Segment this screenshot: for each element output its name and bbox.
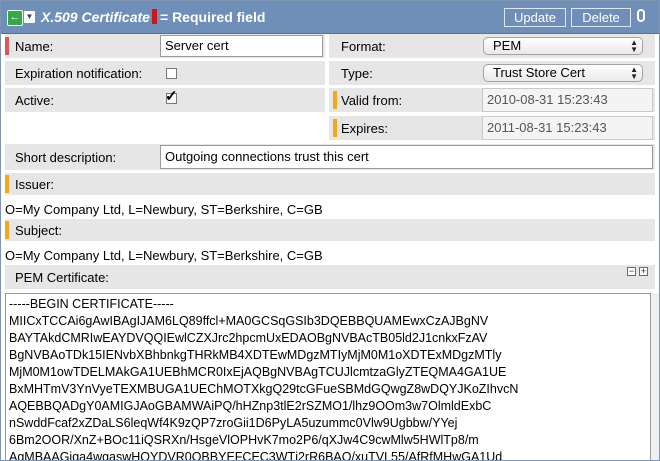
pem-certificate-row: PEM Certificate: (5, 265, 655, 289)
warning-indicator (5, 221, 9, 239)
select-arrows-icon: ▲ ▼ (630, 38, 638, 54)
required-field-marker (152, 9, 157, 24)
pem-line: nSwddFcaf2xZDaLS6leqWf4K9zQP7zroGii1D6Py… (9, 416, 458, 430)
update-button[interactable]: Update (504, 8, 566, 27)
pem-line: AQEBBQADgY0AMIGJAoGBAMWAiPQ/hHZnp3tlE2rS… (9, 399, 492, 413)
pem-line: BgNVBAoTDk15IENvbXBhbnkgTHRkMB4XDTEwMDgz… (9, 348, 502, 362)
issuer-value: O=My Company Ltd, L=Newbury, ST=Berkshir… (5, 202, 323, 217)
type-select[interactable]: Trust Store Cert ▲ ▼ (483, 64, 643, 82)
format-select-value: PEM (493, 38, 522, 53)
short-description-label: Short description: (15, 150, 117, 165)
type-label: Type: (341, 66, 373, 81)
pem-certificate-textarea[interactable]: -----BEGIN CERTIFICATE----- MIICxTCCAi6g… (5, 293, 651, 461)
valid-from-label: Valid from: (341, 93, 403, 108)
select-arrows-icon: ▲ ▼ (630, 65, 638, 81)
format-select[interactable]: PEM ▲ ▼ (483, 37, 643, 55)
vertical-scrollbar[interactable] (651, 293, 659, 460)
back-arrow-icon[interactable]: ← (7, 10, 23, 26)
pem-certificate-label: PEM Certificate: (15, 270, 109, 285)
warning-indicator (333, 91, 337, 109)
pem-line: MjM0M1owTDELMAkGA1UEBhMCR0IxEjAQBgNVBAgT… (9, 365, 507, 379)
expires-field: 2011-08-31 15:23:43 (482, 116, 653, 140)
paperclip-icon[interactable] (637, 9, 645, 22)
pem-line: MIICxTCCAi6gAwIBAgIJAM6LQ89ffcl+MA0GCSqG… (9, 314, 489, 328)
active-label: Active: (15, 93, 55, 108)
warning-indicator (5, 175, 9, 193)
valid-from-field: 2010-08-31 15:23:43 (482, 88, 653, 112)
pem-line: 6Bm2OOR/XnZ+BOc11iQSRXn/HsgeVlOPHvK7mo2P… (9, 433, 479, 447)
name-label: Name: (15, 39, 54, 54)
expand-icon[interactable]: + (639, 267, 648, 276)
name-input[interactable]: Server cert (160, 35, 323, 57)
certificate-window: ← ▼ X.509 Certificate = Required field U… (0, 0, 660, 461)
pem-line: BAYTAkdCMRIwEAYDVQQIEwlCZXJrc2hpcmUxEDAO… (9, 331, 488, 345)
chevron-down-icon[interactable]: ▼ (24, 11, 35, 23)
expiration-notification-label: Expiration notification: (15, 66, 143, 81)
pem-line: BxMHTmV3YnVyeTEXMBUGA1UEChMOTXkgQ29tcGFu… (9, 382, 519, 396)
expires-label: Expires: (341, 121, 388, 136)
type-select-value: Trust Store Cert (493, 65, 585, 80)
expiration-notification-checkbox[interactable] (166, 68, 177, 79)
warning-indicator (333, 119, 337, 137)
short-description-input[interactable]: Outgoing connections trust this cert (160, 145, 653, 169)
required-indicator (5, 37, 9, 55)
issuer-row: Issuer: (5, 173, 655, 195)
required-field-legend: = Required field (160, 9, 266, 25)
subject-value: O=My Company Ltd, L=Newbury, ST=Berkshir… (5, 248, 323, 263)
format-label: Format: (341, 39, 386, 54)
pem-line: AgMBAAGjga4wgaswHQYDVR0OBBYEFCEC3WTj2rR6… (9, 450, 503, 461)
subject-row: Subject: (5, 219, 655, 241)
issuer-label: Issuer: (15, 177, 55, 192)
collapse-icon[interactable]: − (627, 267, 636, 276)
subject-label: Subject: (15, 223, 62, 238)
expiration-row: Expiration notification: (5, 61, 325, 85)
pem-line: -----BEGIN CERTIFICATE----- (9, 297, 174, 311)
delete-button[interactable]: Delete (571, 8, 631, 27)
title-bar: ← ▼ X.509 Certificate = Required field U… (1, 1, 659, 34)
checkmark-icon: ✓ (165, 88, 178, 105)
window-title: X.509 Certificate (41, 9, 150, 25)
